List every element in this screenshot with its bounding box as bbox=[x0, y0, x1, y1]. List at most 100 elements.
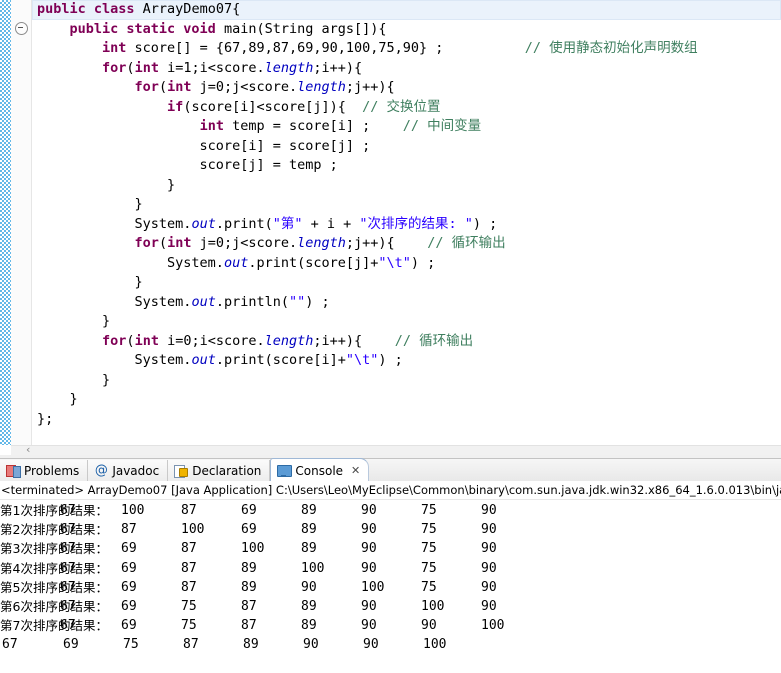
console-view[interactable]: <terminated> ArrayDemo07 [Java Applicati… bbox=[0, 481, 781, 673]
console-value: 69 bbox=[121, 560, 137, 576]
code-line[interactable]: int score[] = {67,89,87,69,90,100,75,90}… bbox=[32, 39, 781, 59]
console-value: 87 bbox=[181, 503, 197, 518]
console-line: 第4次排序的结果： 67 69 87 89 100 90 75 90 bbox=[0, 559, 781, 578]
code-text: + i + bbox=[302, 215, 360, 232]
console-value: 90 bbox=[361, 541, 377, 557]
code-field: out bbox=[191, 215, 216, 232]
tab-label: Declaration bbox=[192, 464, 262, 478]
code-line[interactable]: } bbox=[32, 176, 781, 196]
code-line[interactable]: } bbox=[32, 273, 781, 293]
tab-javadoc[interactable]: @ Javadoc bbox=[88, 460, 169, 482]
code-text: temp = score[i] ; bbox=[232, 118, 371, 134]
console-value: 75 bbox=[421, 560, 437, 576]
tab-label: Problems bbox=[24, 464, 80, 478]
code-text: System. bbox=[37, 215, 192, 232]
code-text: score[] = {67,89,87,69,90,100,75,90} ; bbox=[134, 40, 444, 56]
code-line[interactable]: int temp = score[i] ; // 中间变量 bbox=[32, 117, 781, 137]
console-value: 89 bbox=[301, 598, 317, 614]
console-value: 75 bbox=[421, 522, 437, 538]
code-line[interactable]: System.out.print("第" + i + "次排序的结果: ") ; bbox=[32, 215, 781, 235]
code-text: i=0;i<score. bbox=[167, 332, 265, 349]
console-value: 87 bbox=[181, 541, 197, 557]
console-value: 90 bbox=[421, 618, 437, 634]
console-value: 89 bbox=[301, 522, 317, 538]
code-line[interactable]: for(int i=0;i<score.length;i++){ // 循环输出 bbox=[32, 332, 781, 352]
console-value: 90 bbox=[363, 637, 379, 653]
code-line[interactable]: for(int j=0;j<score.length;j++){ // 循环输出 bbox=[32, 234, 781, 254]
code-comment: // 中间变量 bbox=[402, 118, 482, 134]
code-keyword: for bbox=[134, 235, 159, 251]
code-keyword: for bbox=[102, 59, 127, 76]
collapse-icon[interactable] bbox=[15, 22, 28, 35]
code-line[interactable]: for(int i=1;i<score.length;i++){ bbox=[32, 59, 781, 79]
code-string: "第" bbox=[272, 215, 303, 232]
console-value: 100 bbox=[423, 637, 447, 653]
tab-problems[interactable]: Problems bbox=[0, 460, 89, 482]
code-text: ( bbox=[158, 79, 168, 95]
code-line[interactable]: } bbox=[32, 371, 781, 391]
console-value: 90 bbox=[361, 560, 377, 576]
code-line[interactable]: } bbox=[32, 195, 781, 215]
code-line[interactable]: }; bbox=[32, 410, 781, 430]
close-icon[interactable]: ✕ bbox=[351, 465, 360, 476]
source-code-text[interactable]: public class ArrayDemo07{ public static … bbox=[32, 0, 781, 445]
code-line[interactable]: if(score[i]<score[j]){ // 交换位置 bbox=[32, 98, 781, 118]
console-line: 第1次排序的结果： 67 100 87 69 89 90 75 90 bbox=[0, 501, 781, 520]
folding-gutter[interactable] bbox=[11, 0, 32, 445]
code-line[interactable]: } bbox=[32, 390, 781, 410]
code-text: } bbox=[37, 391, 78, 407]
code-line[interactable]: score[j] = temp ; bbox=[32, 156, 781, 176]
code-text: j=0;j<score. bbox=[199, 79, 298, 95]
code-editor[interactable]: public class ArrayDemo07{ public static … bbox=[0, 0, 781, 455]
code-field: out bbox=[223, 254, 249, 271]
code-comment: // 循环输出 bbox=[394, 332, 474, 349]
code-line[interactable]: System.out.print(score[i]+"\t") ; bbox=[32, 351, 781, 371]
tab-console[interactable]: Console ✕ bbox=[270, 458, 370, 482]
code-line[interactable]: score[i] = score[j] ; bbox=[32, 137, 781, 157]
console-value: 90 bbox=[481, 560, 497, 576]
console-value: 100 bbox=[121, 503, 145, 518]
code-text: i=1;i<score. bbox=[167, 59, 265, 76]
code-text: main(String args[]){ bbox=[223, 20, 387, 37]
console-value: 90 bbox=[361, 598, 377, 614]
console-value: 87 bbox=[241, 598, 257, 614]
code-text: ) ; bbox=[378, 352, 403, 368]
code-text: System. bbox=[37, 254, 224, 271]
editor-horizontal-scrollbar[interactable]: ‹ bbox=[11, 444, 781, 455]
code-text: } bbox=[37, 313, 111, 329]
console-value: 87 bbox=[121, 522, 137, 538]
code-field: length bbox=[264, 332, 314, 349]
console-line-label: 第1次排序的结果： bbox=[0, 503, 108, 518]
console-value: 89 bbox=[301, 541, 317, 557]
console-value: 69 bbox=[241, 503, 257, 518]
code-keyword: public static void bbox=[69, 20, 224, 37]
scroll-left-arrow-icon[interactable]: ‹ bbox=[26, 444, 30, 455]
code-line[interactable]: public static void main(String args[]){ bbox=[32, 20, 781, 40]
tab-declaration[interactable]: Declaration bbox=[168, 460, 271, 482]
code-line[interactable]: } bbox=[32, 312, 781, 332]
code-text: } bbox=[37, 176, 176, 193]
code-field: out bbox=[191, 352, 216, 368]
console-value: 67 bbox=[60, 579, 76, 595]
code-line[interactable]: public class ArrayDemo07{ bbox=[32, 0, 781, 20]
code-text: j=0;j<score. bbox=[199, 235, 298, 251]
console-line: 第5次排序的结果： 67 69 87 89 90 100 75 90 bbox=[0, 578, 781, 597]
code-text: } bbox=[37, 196, 143, 212]
annotation-marker-bar[interactable] bbox=[0, 0, 11, 445]
code-line[interactable]: System.out.println("") ; bbox=[32, 293, 781, 313]
console-value: 67 bbox=[60, 503, 76, 518]
view-tabs[interactable]: Problems @ Javadoc Declaration Console ✕ bbox=[0, 458, 370, 482]
console-value: 100 bbox=[301, 560, 325, 576]
code-text: (score[i]<score[j]){ bbox=[183, 98, 346, 115]
code-line[interactable]: for(int j=0;j<score.length;j++){ bbox=[32, 78, 781, 98]
console-value: 67 bbox=[60, 522, 76, 538]
code-text: System. bbox=[37, 352, 192, 368]
console-value: 90 bbox=[481, 579, 497, 595]
problems-icon bbox=[6, 464, 21, 478]
console-value: 100 bbox=[241, 541, 265, 557]
code-line[interactable]: System.out.print(score[j]+"\t") ; bbox=[32, 254, 781, 274]
